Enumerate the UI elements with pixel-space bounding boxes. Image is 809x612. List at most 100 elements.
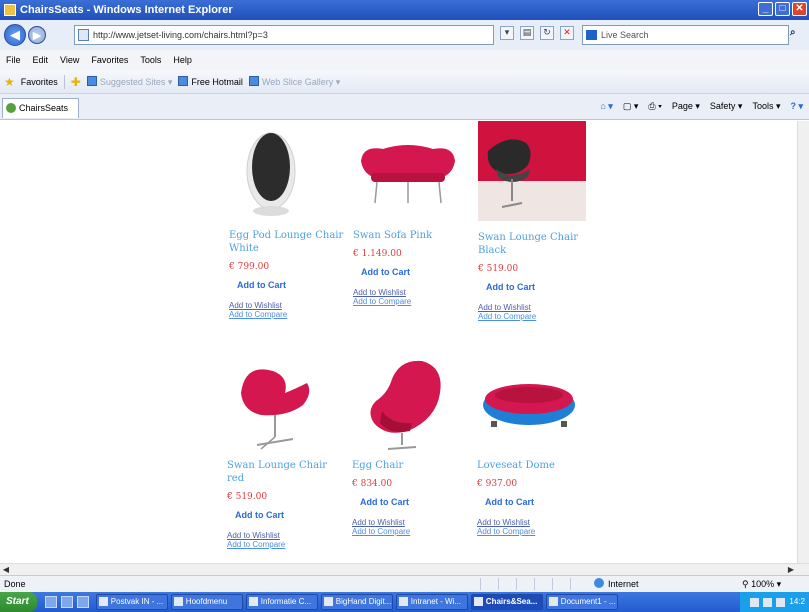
search-input[interactable]: Live Search [582, 25, 789, 45]
product-title[interactable]: Egg Chair [352, 459, 472, 472]
product-card: Loveseat Dome € 937.00 Add to Cart Add t… [477, 353, 597, 536]
zoom-level[interactable]: ⚲ 100% ▾ [742, 576, 781, 592]
taskbar-item[interactable]: BigHand Digit... [320, 594, 393, 610]
tab-chairsseats[interactable]: ChairsSeats [2, 98, 80, 118]
maximize-button[interactable]: □ [775, 2, 790, 16]
add-to-compare-link[interactable]: Add to Compare [477, 527, 597, 536]
loveseat-dome-image [483, 384, 575, 427]
suggested-sites-link[interactable]: Suggested Sites ▾ [86, 75, 172, 88]
add-to-compare-link[interactable]: Add to Compare [229, 310, 349, 319]
product-card: Swan Lounge Chair red € 519.00 Add to Ca… [227, 353, 347, 549]
address-bar[interactable]: http://www.jetset-living.com/chairs.html… [74, 25, 494, 45]
close-button[interactable]: ✕ [792, 2, 807, 16]
vertical-scrollbar[interactable] [797, 121, 809, 563]
taskbar-item[interactable]: Informatie C... [245, 594, 318, 610]
product-image[interactable] [477, 353, 587, 453]
forward-button[interactable]: ▶ [28, 26, 46, 44]
product-image[interactable] [353, 123, 463, 223]
start-button[interactable]: Start [0, 592, 37, 612]
add-to-wishlist-link[interactable]: Add to Wishlist [478, 303, 598, 312]
window-title: ChairsSeats - Windows Internet Explorer [20, 4, 233, 16]
clock[interactable]: 14:2 [789, 592, 805, 612]
horizontal-scrollbar[interactable]: ◀ ▶ [0, 563, 809, 575]
home-icon[interactable]: ⌂ ▾ [600, 101, 612, 112]
feeds-icon[interactable]: ▢ ▾ [623, 101, 639, 112]
taskbar-item[interactable]: Intranet - Wi... [395, 594, 468, 610]
free-hotmail-link[interactable]: Free Hotmail [178, 76, 243, 87]
add-to-wishlist-link[interactable]: Add to Wishlist [477, 518, 597, 527]
back-button[interactable]: ◀ [4, 24, 26, 46]
favorites-bar: ★ Favorites ✚ Suggested Sites ▾ Free Hot… [0, 70, 809, 94]
tray-icon[interactable] [750, 597, 760, 607]
web-slice-gallery-link[interactable]: Web Slice Gallery ▾ [248, 75, 340, 88]
add-to-compare-link[interactable]: Add to Compare [352, 527, 472, 536]
help-icon[interactable]: ? ▾ [790, 101, 803, 112]
add-to-wishlist-link[interactable]: Add to Wishlist [229, 301, 349, 310]
product-card: Egg Pod Lounge Chair White € 799.00 Add … [229, 123, 349, 319]
bighand-icon [323, 597, 333, 606]
taskbar-item[interactable]: Hoofdmenu [170, 594, 243, 610]
product-title[interactable]: Swan Lounge Chair Black [478, 231, 598, 257]
add-to-compare-link[interactable]: Add to Compare [353, 297, 473, 306]
ie-icon [398, 597, 408, 606]
scroll-left-icon[interactable]: ◀ [0, 564, 12, 575]
outlook-icon [98, 597, 108, 606]
product-price: € 519.00 [227, 492, 268, 502]
menu-edit[interactable]: Edit [33, 55, 49, 65]
product-title[interactable]: Swan Sofa Pink [353, 229, 473, 242]
address-toolbar: ◀ ▶ http://www.jetset-living.com/chairs.… [0, 20, 809, 50]
tray-icon[interactable] [763, 597, 773, 607]
add-to-wishlist-link[interactable]: Add to Wishlist [227, 531, 347, 540]
product-image[interactable] [352, 353, 462, 453]
tray-icon[interactable] [776, 597, 786, 607]
menu-file[interactable]: File [6, 55, 21, 65]
security-zone[interactable]: Internet [594, 576, 639, 592]
add-to-wishlist-link[interactable]: Add to Wishlist [353, 288, 473, 297]
menu-view[interactable]: View [60, 55, 79, 65]
site-favicon-icon [6, 103, 16, 113]
quicklaunch-icon[interactable] [44, 596, 57, 608]
menu-help[interactable]: Help [173, 55, 192, 65]
search-icon[interactable]: ⌕ [790, 27, 796, 38]
taskbar-item[interactable]: Postvak IN - ... [95, 594, 168, 610]
refresh-icon[interactable]: ↻ [540, 26, 554, 40]
minimize-button[interactable]: _ [758, 2, 773, 16]
stop-icon[interactable]: ✕ [560, 26, 574, 40]
product-title[interactable]: Loveseat Dome [477, 459, 597, 472]
page-menu[interactable]: Page ▾ [672, 101, 700, 112]
add-to-cart-button[interactable]: Add to Cart [360, 497, 409, 507]
product-title[interactable]: Egg Pod Lounge Chair White [229, 229, 349, 255]
product-image[interactable] [478, 121, 586, 221]
product-image[interactable] [229, 123, 339, 223]
product-price: € 834.00 [352, 479, 393, 489]
add-favorites-icon[interactable]: ✚ [71, 75, 81, 89]
add-to-cart-button[interactable]: Add to Cart [486, 282, 535, 292]
page-content: Egg Pod Lounge Chair White € 799.00 Add … [0, 121, 797, 563]
tools-menu[interactable]: Tools ▾ [752, 101, 780, 112]
add-to-cart-button[interactable]: Add to Cart [485, 497, 534, 507]
menu-favorites[interactable]: Favorites [91, 55, 128, 65]
taskbar-item[interactable]: Document1 - ... [545, 594, 618, 610]
add-to-cart-button[interactable]: Add to Cart [237, 280, 286, 290]
menu-tools[interactable]: Tools [140, 55, 161, 65]
print-icon[interactable]: ⎙ ▾ [648, 101, 661, 112]
quicklaunch-folder-icon[interactable] [76, 596, 89, 608]
scroll-right-icon[interactable]: ▶ [785, 564, 797, 575]
add-to-compare-link[interactable]: Add to Compare [227, 540, 347, 549]
tab-label: ChairsSeats [19, 103, 69, 113]
swan-chair-black-image [478, 121, 586, 221]
safety-menu[interactable]: Safety ▾ [710, 101, 743, 112]
product-price: € 519.00 [478, 264, 519, 274]
dropdown-arrow-icon[interactable]: ▾ [500, 26, 514, 40]
egg-pod-chair-image [246, 132, 296, 216]
favorites-button[interactable]: Favorites [21, 77, 58, 87]
add-to-cart-button[interactable]: Add to Cart [361, 267, 410, 277]
product-image[interactable] [227, 353, 337, 453]
add-to-wishlist-link[interactable]: Add to Wishlist [352, 518, 472, 527]
product-title[interactable]: Swan Lounge Chair red [227, 459, 347, 485]
add-to-compare-link[interactable]: Add to Compare [478, 312, 598, 321]
taskbar-item-active[interactable]: Chairs&Sea... [470, 594, 543, 610]
add-to-cart-button[interactable]: Add to Cart [235, 510, 284, 520]
compatibility-view-icon[interactable]: ▤ [520, 26, 534, 40]
quicklaunch-ie-icon[interactable] [60, 596, 73, 608]
